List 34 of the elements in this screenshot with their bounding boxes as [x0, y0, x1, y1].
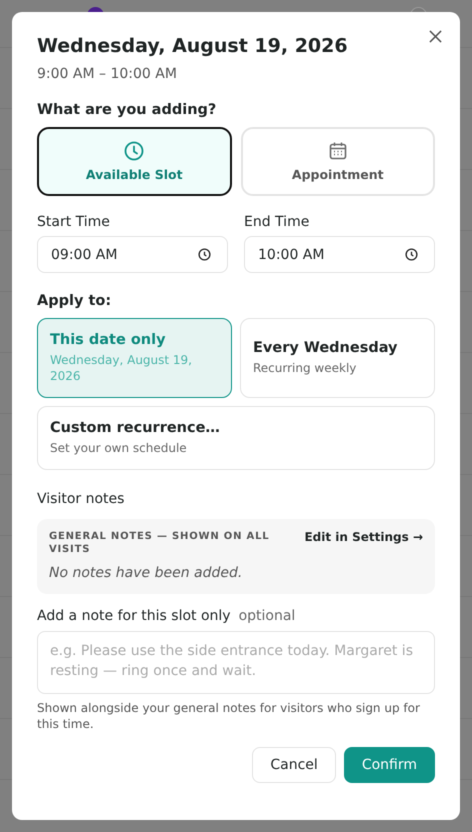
field-label: Add a note for this slot only [37, 608, 231, 624]
field-label: Start Time [37, 214, 111, 230]
time-field[interactable]: 10:00 AM [244, 236, 435, 273]
type-option[interactable]: Available Slot [37, 127, 232, 196]
optional-label: optional [238, 608, 296, 624]
dialog-title: Wednesday, August 19, 2026 [37, 34, 349, 58]
time-range: 9:00 AM – 10:00 AM [37, 66, 178, 82]
section-label: Visitor notes [37, 491, 126, 507]
confirm-button[interactable]: Confirm [344, 747, 435, 783]
time-field[interactable]: 09:00 AM [37, 236, 228, 273]
field-label: End Time [244, 214, 310, 230]
option-title: This date only [50, 332, 167, 348]
option-description: Wednesday, August 19, 2026 [50, 352, 193, 384]
section-label: Apply to: [37, 293, 112, 309]
clock-icon [198, 248, 211, 261]
option-description: Recurring weekly [253, 360, 358, 376]
clock-icon [124, 141, 144, 161]
option-title: Every Wednesday [253, 340, 398, 356]
option-title: Custom recurrence… [50, 420, 221, 436]
section-label: What are you adding? [37, 102, 218, 118]
edit-settings-link[interactable]: Edit in Settings → [304, 530, 423, 544]
help-text: Shown alongside your general notes for visitors who sign up for this time. [37, 700, 421, 732]
apply-option[interactable]: Every Wednesday Recurring weekly [240, 318, 435, 398]
calendar-icon [328, 141, 348, 161]
clock-icon [405, 248, 418, 261]
apply-option[interactable]: Custom recurrence… Set your own schedule [37, 406, 435, 470]
empty-notes-text: No notes have been added. [49, 565, 244, 581]
apply-option[interactable]: This date only Wednesday, August 19, 2026 [37, 318, 232, 398]
note-field[interactable]: e.g. Please use the side entrance today. Margaret is resting — ring once and wait. [37, 631, 435, 694]
notes-heading: GENERAL NOTES — SHOWN ON ALL VISITS [49, 530, 270, 556]
close-icon[interactable] [429, 30, 442, 43]
type-option[interactable]: Appointment [240, 127, 435, 196]
cancel-button[interactable]: Cancel [252, 747, 336, 783]
option-description: Set your own schedule [50, 440, 188, 456]
